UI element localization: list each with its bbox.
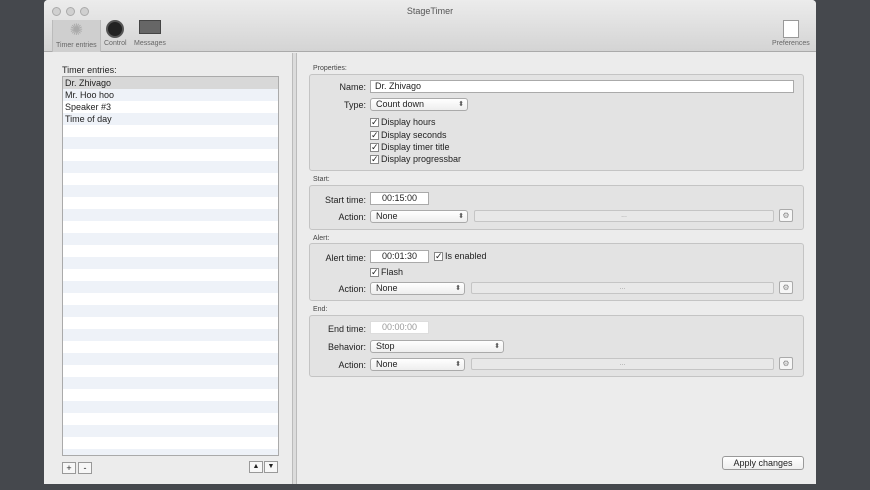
list-item[interactable]: Time of day (63, 113, 278, 125)
toolbar-label: Preferences (772, 40, 810, 47)
end-action-settings-button[interactable]: ⚙ (779, 357, 793, 370)
toolbar-label: Control (104, 40, 127, 47)
start-action-select[interactable]: None (370, 210, 468, 223)
checkmark-icon: ✓ (370, 153, 379, 164)
end-time-input: 00:00:00 (370, 321, 429, 334)
end-action-select[interactable]: None (370, 358, 465, 371)
list-item[interactable]: Dr. Zhivago (63, 77, 278, 89)
split-divider[interactable] (292, 53, 297, 484)
checkbox-label: Is enabled (445, 251, 487, 261)
checkmark-icon: ✓ (370, 141, 379, 152)
checkmark-icon: ✓ (434, 250, 443, 261)
checkbox-label: Display seconds (381, 130, 447, 140)
start-label: Start: (313, 176, 330, 183)
type-label: Type: (343, 100, 366, 110)
display-progressbar-checkbox[interactable]: ✓ Display progressbar (370, 154, 461, 164)
move-up-button[interactable]: ▲ (249, 461, 263, 473)
checkbox-label: Display hours (381, 117, 436, 127)
checkbox-label: Display progressbar (381, 154, 462, 164)
titlebar: StageTimer ✺ Timer entries Control Messa… (44, 0, 816, 52)
remove-entry-button[interactable]: - (78, 462, 92, 474)
alert-action-field[interactable]: ... (471, 282, 774, 294)
checkmark-icon: ✓ (370, 266, 379, 277)
move-down-button[interactable]: ▼ (264, 461, 278, 473)
end-action-field[interactable]: ... (471, 358, 774, 370)
toolbar-timer-entries[interactable]: ✺ Timer entries (52, 20, 101, 52)
window-title: StageTimer (406, 6, 454, 16)
type-select[interactable]: Count down (370, 98, 468, 111)
alert-time-input[interactable]: 00:01:30 (370, 250, 429, 263)
monitor-icon (138, 20, 161, 34)
alert-label: Alert: (313, 235, 330, 242)
toolbar-label: Messages (134, 40, 166, 47)
alert-action-label: Action: (338, 284, 366, 294)
apply-changes-button[interactable]: Apply changes (722, 456, 804, 470)
clock-icon (106, 20, 125, 38)
name-input[interactable]: Dr. Zhivago (370, 80, 794, 93)
toolbar-preferences[interactable]: Preferences (772, 20, 810, 47)
checkmark-icon: ✓ (370, 116, 379, 127)
alert-action-settings-button[interactable]: ⚙ (779, 281, 793, 294)
gear-icon: ✺ (69, 22, 83, 39)
flash-checkbox[interactable]: ✓ Flash (370, 267, 403, 277)
behavior-select[interactable]: Stop (370, 340, 504, 353)
display-hours-checkbox[interactable]: ✓ Display hours (370, 117, 436, 127)
start-time-input[interactable]: 00:15:00 (370, 192, 429, 205)
start-time-label: Start time: (324, 195, 366, 205)
start-action-label: Action: (338, 212, 366, 222)
start-action-field[interactable]: ... (474, 210, 774, 222)
checkbox-label: Flash (381, 267, 404, 277)
alert-time-label: Alert time: (325, 253, 366, 263)
timer-entries-list[interactable]: Dr. Zhivago Mr. Hoo hoo Speaker #3 Time … (62, 76, 279, 456)
timer-entries-label: Timer entries: (62, 65, 117, 75)
toolbar-messages[interactable]: Messages (134, 20, 166, 47)
alert-action-select[interactable]: None (370, 282, 465, 295)
checkbox-label: Display timer title (381, 142, 450, 152)
list-item[interactable]: Mr. Hoo hoo (63, 89, 278, 101)
properties-label: Properties: (313, 65, 347, 72)
alert-enabled-checkbox[interactable]: ✓ Is enabled (434, 251, 487, 261)
checkmark-icon: ✓ (370, 129, 379, 140)
end-action-label: Action: (338, 360, 366, 370)
list-item[interactable]: Speaker #3 (63, 101, 278, 113)
behavior-label: Behavior: (327, 342, 366, 352)
preferences-icon (782, 20, 799, 38)
toolbar-label: Timer entries (56, 42, 97, 49)
end-time-label: End time: (327, 324, 366, 334)
end-label: End: (313, 306, 328, 313)
add-entry-button[interactable]: + (62, 462, 76, 474)
start-action-settings-button[interactable]: ⚙ (779, 209, 793, 222)
name-label: Name: (339, 82, 366, 92)
toolbar-control[interactable]: Control (104, 20, 127, 47)
app-window: StageTimer ✺ Timer entries Control Messa… (44, 0, 816, 484)
display-seconds-checkbox[interactable]: ✓ Display seconds (370, 130, 447, 140)
display-title-checkbox[interactable]: ✓ Display timer title (370, 142, 450, 152)
